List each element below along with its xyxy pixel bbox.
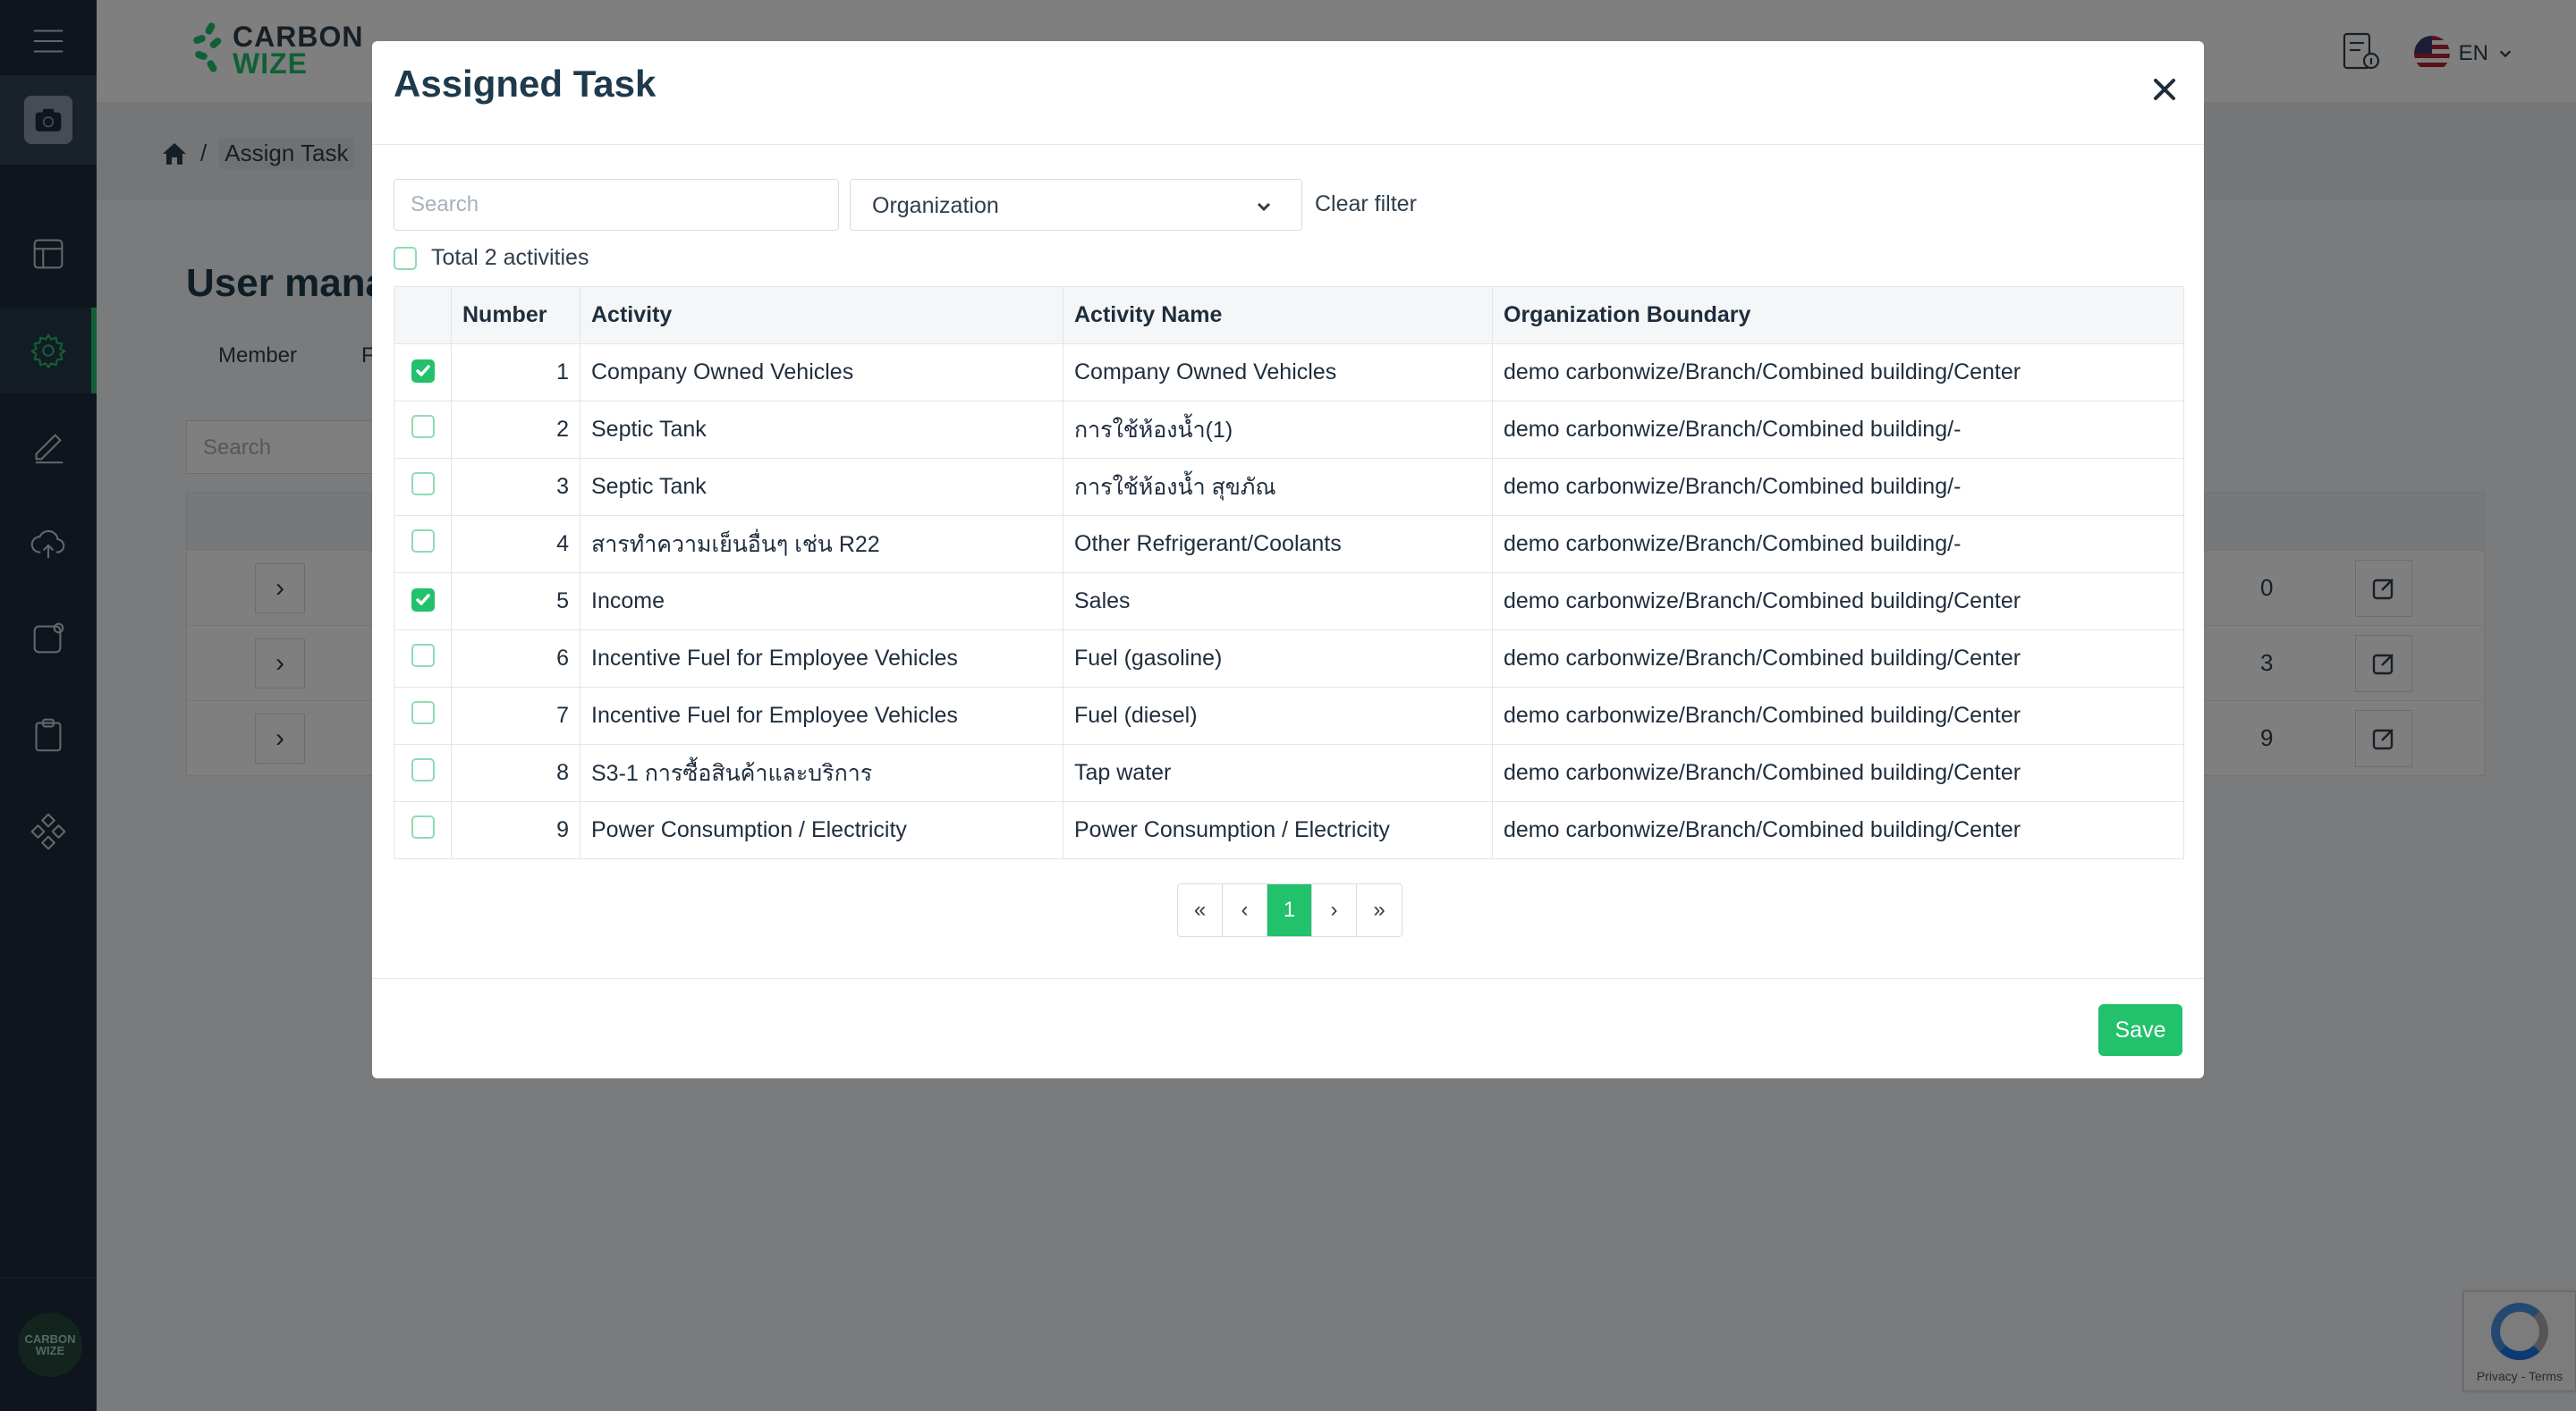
row-checkbox[interactable] [411, 644, 435, 667]
row-activity: Incentive Fuel for Employee Vehicles [580, 687, 1063, 745]
row-activity-name: Other Refrigerant/Coolants [1063, 515, 1493, 573]
row-checkbox-cell [394, 744, 452, 802]
table-row[interactable]: 2 Septic Tank การใช้ห้องน้ำ(1) demo carbonw… [394, 401, 2184, 459]
pagination-first-button[interactable]: « [1178, 884, 1223, 936]
row-checkbox[interactable] [411, 701, 435, 724]
row-number: 3 [451, 458, 580, 516]
row-checkbox-cell [394, 515, 452, 573]
row-activity-name: Company Owned Vehicles [1063, 343, 1493, 401]
row-organization-boundary: demo carbonwize/Branch/Combined building… [1492, 458, 2184, 516]
row-activity-name: การใช้ห้องน้ำ(1) [1063, 401, 1493, 459]
row-activity-name: Sales [1063, 572, 1493, 630]
activity-name-column-header: Activity Name [1063, 286, 1493, 344]
row-checkbox-cell [394, 572, 452, 630]
row-number: 6 [451, 629, 580, 688]
row-activity: Septic Tank [580, 458, 1063, 516]
pagination-page-button[interactable]: 1 [1267, 884, 1312, 936]
row-checkbox-cell [394, 801, 452, 859]
pagination-next-button[interactable]: › [1312, 884, 1357, 936]
row-organization-boundary: demo carbonwize/Branch/Combined building… [1492, 801, 2184, 859]
row-activity-name: Power Consumption / Electricity [1063, 801, 1493, 859]
table-row[interactable]: 5 Income Sales demo carbonwize/Branch/Combi… [394, 572, 2184, 630]
row-activity: Income [580, 572, 1063, 630]
clear-filter-link[interactable]: Clear filter [1315, 191, 1417, 217]
row-checkbox-cell [394, 458, 452, 516]
row-organization-boundary: demo carbonwize/Branch/Combined building… [1492, 744, 2184, 802]
row-organization-boundary: demo carbonwize/Branch/Combined building… [1492, 572, 2184, 630]
row-organization-boundary: demo carbonwize/Branch/Combined building… [1492, 343, 2184, 401]
pagination: « ‹ 1 › » [1177, 883, 1402, 937]
row-activity-name: Fuel (diesel) [1063, 687, 1493, 745]
activity-column-header: Activity [580, 286, 1063, 344]
row-activity: Incentive Fuel for Employee Vehicles [580, 629, 1063, 688]
row-activity: S3-1 การซื้อสินค้าและบริการ [580, 744, 1063, 802]
table-header-row: Number Activity Activity Name Organizati… [394, 286, 2184, 344]
checkbox-column-header [394, 286, 452, 344]
row-activity: Power Consumption / Electricity [580, 801, 1063, 859]
row-activity: Septic Tank [580, 401, 1063, 459]
modal-footer: Save [372, 978, 2204, 1078]
row-checkbox[interactable] [411, 758, 435, 782]
total-activities-label: Total 2 activities [431, 245, 589, 270]
row-number: 9 [451, 801, 580, 859]
save-button[interactable]: Save [2098, 1004, 2182, 1056]
chevron-down-icon [1255, 196, 1273, 214]
row-checkbox[interactable] [411, 588, 435, 612]
row-checkbox-cell [394, 629, 452, 688]
row-organization-boundary: demo carbonwize/Branch/Combined building… [1492, 401, 2184, 459]
row-activity: Company Owned Vehicles [580, 343, 1063, 401]
row-number: 7 [451, 687, 580, 745]
row-checkbox-cell [394, 687, 452, 745]
table-row[interactable]: 1 Company Owned Vehicles Company Owned Veh… [394, 343, 2184, 401]
row-number: 1 [451, 343, 580, 401]
number-column-header: Number [451, 286, 580, 344]
activities-table: Number Activity Activity Name Organizati… [394, 286, 2184, 859]
search-input[interactable] [394, 179, 839, 231]
row-number: 8 [451, 744, 580, 802]
row-number: 2 [451, 401, 580, 459]
row-checkbox[interactable] [411, 359, 435, 383]
organization-select[interactable]: Organization [850, 179, 1302, 231]
row-checkbox-cell [394, 401, 452, 459]
row-checkbox[interactable] [411, 415, 435, 438]
row-number: 5 [451, 572, 580, 630]
row-checkbox[interactable] [411, 472, 435, 495]
assigned-task-modal: Assigned Task Organization Clear filter … [372, 41, 2204, 1078]
row-organization-boundary: demo carbonwize/Branch/Combined building… [1492, 687, 2184, 745]
table-row[interactable]: 4 สารทำความเย็นอื่นๆ เช่น R22 Other Refrig… [394, 515, 2184, 573]
row-checkbox-cell [394, 343, 452, 401]
table-row[interactable]: 3 Septic Tank การใช้ห้องน้ำ สุขภัณ demo car… [394, 458, 2184, 516]
modal-title: Assigned Task [394, 63, 657, 105]
row-organization-boundary: demo carbonwize/Branch/Combined building… [1492, 629, 2184, 688]
pagination-last-button[interactable]: » [1357, 884, 1402, 936]
row-checkbox[interactable] [411, 529, 435, 553]
table-row[interactable]: 7 Incentive Fuel for Employee Vehicles Fue… [394, 687, 2184, 745]
select-all-row: Total 2 activities [394, 245, 589, 271]
pagination-prev-button[interactable]: ‹ [1223, 884, 1267, 936]
row-checkbox[interactable] [411, 815, 435, 839]
organization-select-value: Organization [872, 193, 999, 218]
row-number: 4 [451, 515, 580, 573]
row-activity-name: Tap water [1063, 744, 1493, 802]
row-activity: สารทำความเย็นอื่นๆ เช่น R22 [580, 515, 1063, 573]
table-row[interactable]: 6 Incentive Fuel for Employee Vehicles Fue… [394, 629, 2184, 688]
select-all-checkbox[interactable] [394, 246, 417, 270]
table-row[interactable]: 9 Power Consumption / Electricity Power Co… [394, 801, 2184, 859]
organization-boundary-column-header: Organization Boundary [1492, 286, 2184, 344]
row-organization-boundary: demo carbonwize/Branch/Combined building… [1492, 515, 2184, 573]
close-icon [2154, 79, 2175, 100]
close-button[interactable] [2147, 72, 2182, 107]
row-activity-name: Fuel (gasoline) [1063, 629, 1493, 688]
modal-header: Assigned Task [372, 41, 2204, 145]
row-activity-name: การใช้ห้องน้ำ สุขภัณ [1063, 458, 1493, 516]
table-row[interactable]: 8 S3-1 การซื้อสินค้าและบริการ Tap water dem… [394, 744, 2184, 802]
